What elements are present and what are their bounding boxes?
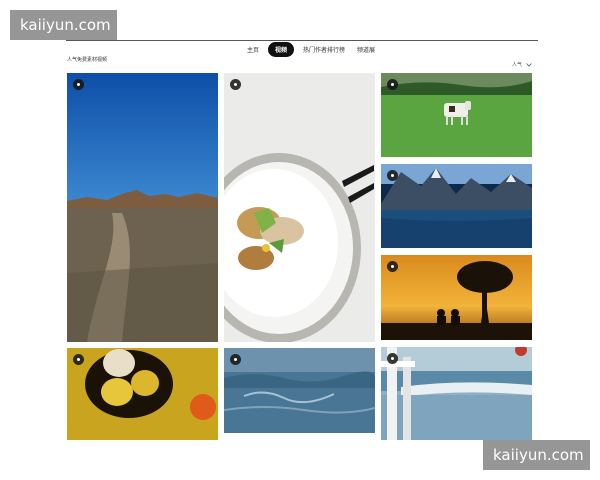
desert-road-thumbnail [67,73,218,342]
play-icon [230,354,241,365]
play-icon [387,261,398,272]
beach-chair-thumbnail [381,347,532,440]
nav-item-author-ranking[interactable]: 热门作者排行榜 [300,43,348,56]
video-tile-food-plate[interactable] [224,73,375,342]
watermark-bottom: kaiiyun.com [483,440,590,470]
nav-item-home[interactable]: 主页 [244,43,262,56]
play-icon [387,170,398,181]
header-divider [66,40,538,41]
play-icon [387,79,398,90]
sort-label: 人气 [511,62,522,68]
play-icon [73,354,84,365]
video-tile-beach-chair[interactable] [381,347,532,440]
ocean-waves-thumbnail [224,348,375,433]
video-tile-eggs-nest[interactable] [67,348,218,440]
video-tile-sunset-silhouette[interactable] [381,255,532,340]
section-title: 人气免费素材视频 [67,57,108,63]
watermark-top: kaiiyun.com [10,10,117,40]
mountain-lake-thumbnail [381,164,532,248]
play-icon [73,79,84,90]
video-tile-cow-pasture[interactable] [381,73,532,157]
eggs-nest-thumbnail [67,348,218,440]
cow-pasture-thumbnail [381,73,532,157]
video-tile-desert-road[interactable] [67,73,218,342]
sunset-silhouette-thumbnail [381,255,532,340]
chevron-down-icon [526,62,532,67]
video-tile-mountain-lake[interactable] [381,164,532,248]
sort-dropdown[interactable]: 人气 [512,61,532,68]
food-plate-thumbnail [224,73,375,342]
play-icon [230,79,241,90]
play-icon [387,353,398,364]
video-tile-ocean-waves[interactable] [224,348,375,433]
nav-item-videos[interactable]: 视频 [268,41,295,57]
nav-item-channels[interactable]: 频道展 [354,43,378,56]
top-nav: 主页 视频 热门作者排行榜 频道展 [244,41,378,57]
